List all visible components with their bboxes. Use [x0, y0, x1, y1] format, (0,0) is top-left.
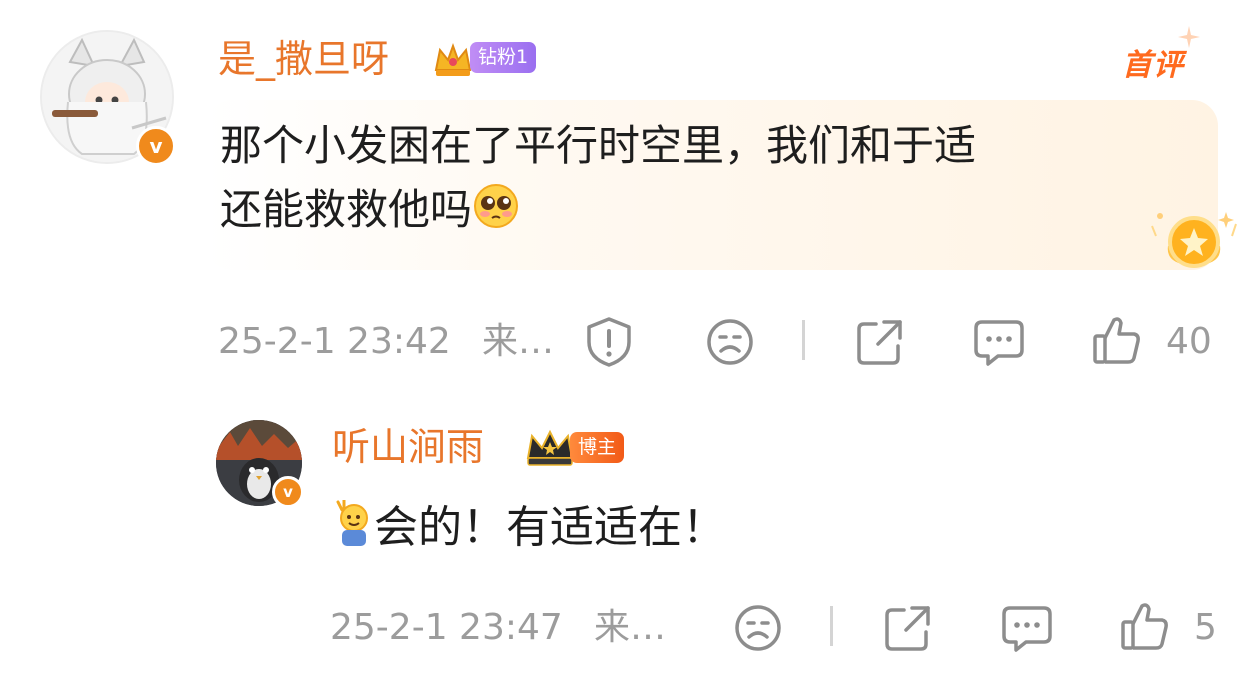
- comment-timestamp: 25-2-1 23:42: [218, 321, 451, 362]
- sad-face-icon[interactable]: [732, 602, 784, 654]
- crown-icon: [526, 429, 574, 466]
- user-avatar[interactable]: v: [40, 30, 176, 166]
- sparkle-icon: [1178, 26, 1200, 48]
- thumbs-up-icon[interactable]: [1092, 314, 1142, 366]
- comment-text-line: 还能救救他吗: [220, 178, 1180, 242]
- like-count: 5: [1194, 607, 1217, 648]
- comment-source[interactable]: 来…: [594, 610, 666, 646]
- comment-timestamp: 25-2-1 23:47: [330, 607, 563, 648]
- report-shield-icon[interactable]: [582, 316, 636, 368]
- comment-text-line: 那个小发困在了平行时空里，我们和于适: [220, 121, 977, 170]
- share-icon[interactable]: [882, 602, 934, 654]
- verified-badge-icon: v: [272, 476, 304, 508]
- username[interactable]: 听山涧雨: [332, 428, 484, 466]
- action-divider: [830, 606, 833, 646]
- comment-thread: v 是_撒旦呀 钻粉1 首评 那个小发困在了平行时空里，我们和于适 还能救救他吗…: [0, 0, 1260, 680]
- fan-level-tag[interactable]: 钻粉1: [470, 42, 537, 73]
- verified-badge-icon: v: [136, 126, 176, 166]
- like-count: 40: [1166, 321, 1212, 362]
- comment-text-segment: 还能救救他吗: [220, 185, 473, 234]
- comment-bubble-icon[interactable]: [972, 318, 1026, 368]
- comment-text-segment: 会的！有适适在！: [374, 502, 726, 553]
- comment-text[interactable]: 会的！有适适在！: [334, 496, 726, 560]
- comment-bubble-icon[interactable]: [1000, 604, 1054, 654]
- blogger-tag[interactable]: 博主: [570, 432, 625, 463]
- comment-text[interactable]: 那个小发困在了平行时空里，我们和于适 还能救救他吗: [220, 114, 1180, 242]
- share-icon[interactable]: [854, 316, 906, 368]
- thumbs-up-icon[interactable]: [1120, 600, 1170, 652]
- pleading-face-emoji: [474, 184, 519, 228]
- crown-icon: [434, 43, 472, 76]
- user-avatar[interactable]: v: [216, 420, 304, 508]
- username[interactable]: 是_撒旦呀: [218, 40, 389, 78]
- action-divider: [802, 320, 805, 360]
- waving-hand-emoji: [336, 500, 368, 546]
- sad-face-icon[interactable]: [704, 316, 756, 368]
- first-comment-label: 首评: [1122, 48, 1184, 83]
- star-medal-icon: [1151, 212, 1237, 268]
- comment-source[interactable]: 来…: [482, 324, 554, 360]
